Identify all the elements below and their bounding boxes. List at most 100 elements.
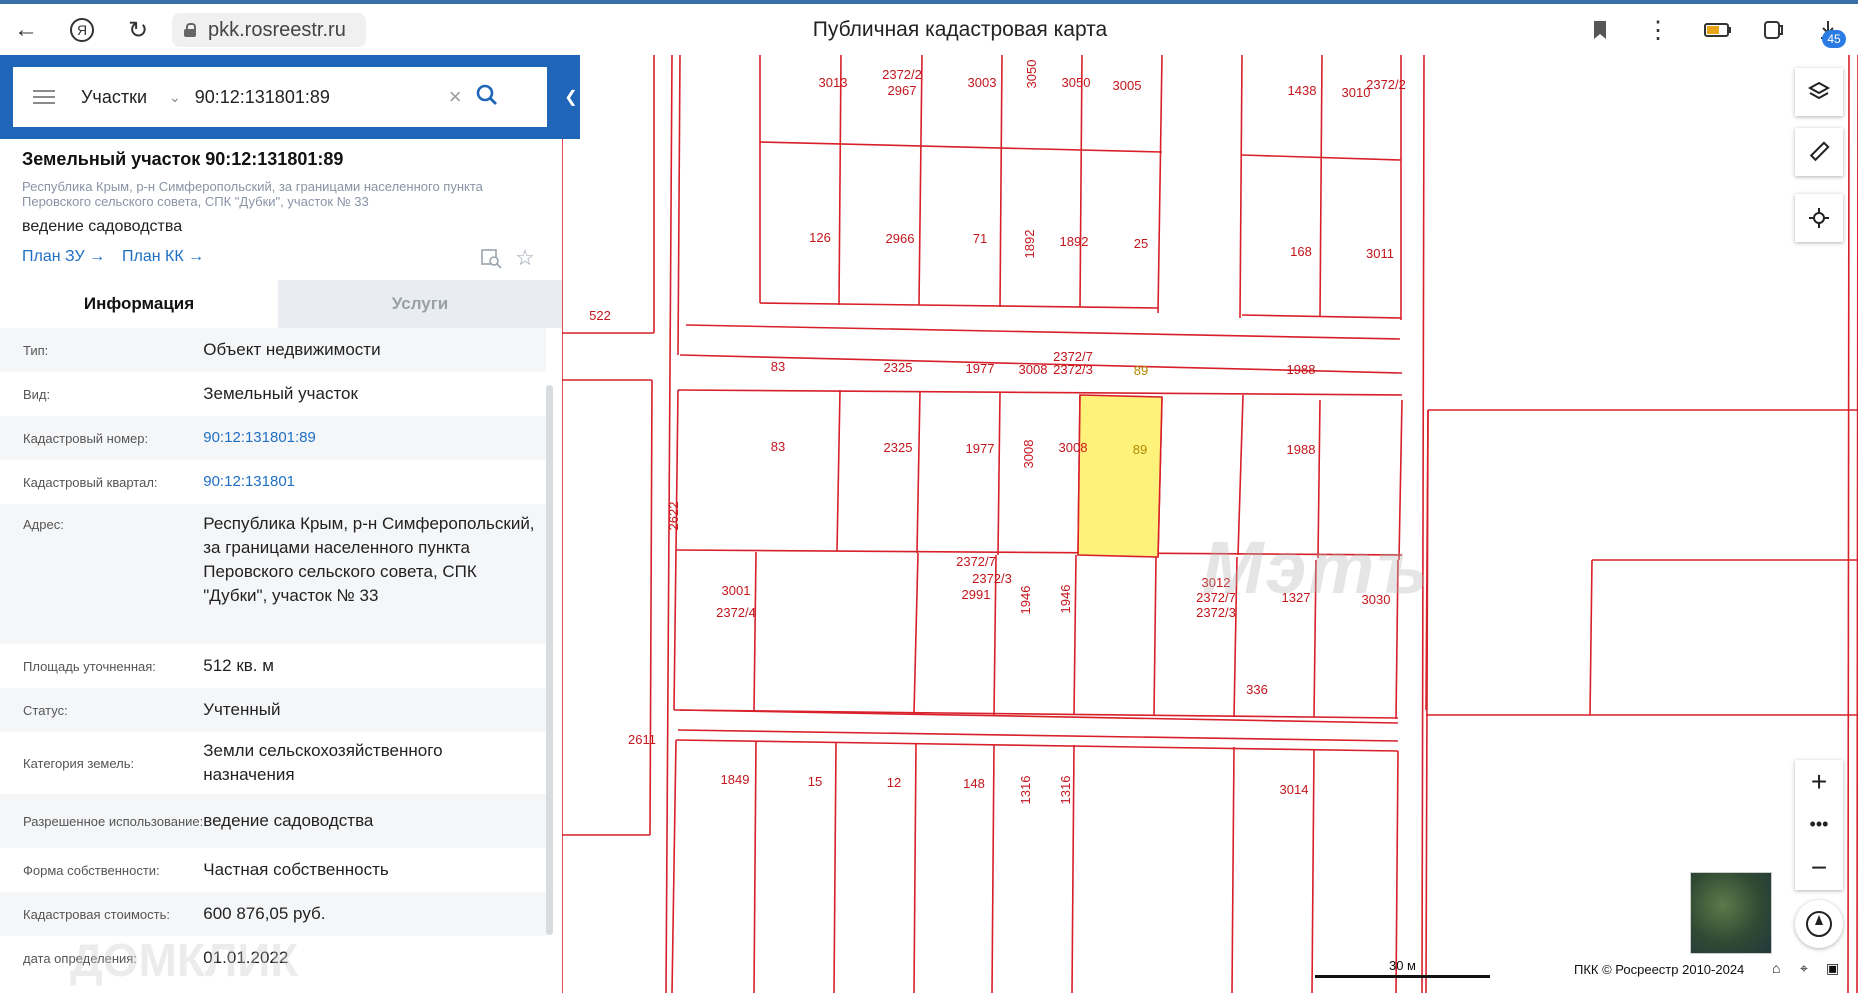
parcel-label: 12	[887, 775, 901, 790]
parcel-label: 83	[771, 439, 785, 454]
parcel-label: 2372/3	[972, 571, 1012, 586]
selected-parcel-89[interactable]	[1077, 394, 1163, 558]
info-row-land-category: Категория земель: Земли сельскохозяйствен…	[0, 732, 546, 794]
copyright: ПКК © Росреестр 2010-2024	[1574, 962, 1745, 977]
plan-zu-link[interactable]: План ЗУ →	[22, 248, 105, 266]
info-label: Площадь уточненная:	[23, 658, 156, 674]
parcel-label: 2991	[962, 587, 991, 602]
collapse-sidebar-button[interactable]: ❮	[562, 55, 580, 139]
plan-kk-link[interactable]: План КК →	[122, 248, 204, 266]
parcel-label: 1438	[1288, 83, 1317, 98]
parcel-label: 83	[771, 359, 785, 374]
layers-button[interactable]	[1795, 68, 1843, 116]
battery-icon	[1700, 12, 1736, 48]
map-scale: 30 м	[1315, 958, 1490, 978]
yandex-icon[interactable]: Я	[64, 12, 100, 48]
zoom-in-button[interactable]: +	[1795, 760, 1843, 803]
layers-icon	[1807, 81, 1831, 100]
cadastral-number-link[interactable]: 90:12:131801:89	[203, 426, 546, 450]
star-icon[interactable]: ☆	[512, 245, 538, 271]
info-table: Тип: Объект недвижимости Вид: Земельный уч…	[0, 328, 546, 980]
info-label: Статус:	[23, 702, 68, 718]
search-panel: Участки ⌄ ×	[0, 55, 562, 139]
parcel-label: 3014	[1280, 782, 1309, 797]
parcel-label: 15	[808, 774, 822, 789]
parcel-label: 168	[1290, 244, 1312, 259]
parcel-label: 3001	[722, 583, 751, 598]
back-arrow-icon[interactable]: ←	[8, 12, 44, 48]
parcel-label: 2967	[888, 83, 917, 98]
search-type-select[interactable]: Участки	[81, 87, 147, 108]
more-menu-icon[interactable]: ⋮	[1640, 12, 1676, 48]
ruler-icon	[1809, 141, 1830, 162]
info-value: Частная собственность	[203, 860, 389, 879]
search-icon[interactable]	[476, 84, 498, 111]
measure-button[interactable]	[1795, 128, 1843, 176]
parcel-label: 1988	[1287, 442, 1316, 457]
parcel-label: 2372/2	[882, 67, 922, 82]
scale-bar	[1315, 975, 1490, 978]
info-row-area: Площадь уточненная: 512 кв. м	[0, 644, 546, 688]
scale-label: 30 м	[1388, 958, 1416, 973]
parcel-label: 71	[973, 231, 987, 246]
zoom-out-button[interactable]: −	[1795, 846, 1843, 889]
info-value: Объект недвижимости	[203, 340, 381, 359]
sidebar-scrollbar[interactable]	[546, 385, 553, 935]
info-label: Форма собственности:	[23, 862, 160, 878]
home-icon[interactable]: ⌂	[1772, 960, 1780, 976]
address-bar[interactable]: pkk.rosreestr.ru	[172, 13, 366, 47]
parcel-label: 1988	[1287, 362, 1316, 377]
info-row-kind: Вид: Земельный участок	[0, 372, 546, 416]
info-row-cadastral-quarter: Кадастровый квартал: 90:12:131801	[0, 460, 546, 504]
tab-services[interactable]: Услуги	[278, 280, 562, 328]
info-row-ownership: Форма собственности: Частная собственност…	[0, 848, 546, 892]
parcel-label: 2966	[886, 231, 915, 246]
info-value: 600 876,05 руб.	[203, 904, 326, 923]
parcel-label: 3008	[1021, 440, 1036, 469]
compass-button[interactable]	[1795, 900, 1843, 948]
info-label: Адрес:	[23, 517, 64, 532]
parcel-label: 1316	[1018, 776, 1033, 805]
satellite-thumbnail[interactable]	[1690, 872, 1772, 954]
parcel-label: 336	[1246, 682, 1268, 697]
parcel-label: 1977	[966, 361, 995, 376]
reload-icon[interactable]: ↻	[120, 12, 156, 48]
crosshair-small-icon[interactable]: ⌖	[1800, 960, 1808, 977]
more-button[interactable]: •••	[1795, 803, 1843, 846]
info-label: Вид:	[23, 386, 51, 402]
parcel-label: 2372/4	[716, 605, 756, 620]
watermark: Мэтъ	[1202, 526, 1431, 609]
bookmark-icon[interactable]	[1582, 12, 1618, 48]
info-sidebar: Участки ⌄ × Земельный участок 90:12:1318…	[0, 55, 562, 993]
info-value: Учтенный	[203, 700, 281, 719]
clear-icon[interactable]: ×	[449, 84, 462, 110]
zoom-to-object-icon[interactable]	[478, 245, 504, 271]
fullscreen-icon[interactable]: ▣	[1826, 960, 1839, 977]
extensions-icon[interactable]	[1756, 12, 1792, 48]
tab-info[interactable]: Информация	[0, 280, 278, 328]
locate-button[interactable]	[1795, 194, 1843, 242]
parcel-boundaries	[562, 55, 1858, 993]
zoom-controls: + ••• −	[1795, 760, 1843, 890]
info-row-type: Тип: Объект недвижимости	[0, 328, 546, 372]
parcel-label: 3050	[1062, 75, 1091, 90]
parcel-label: 1849	[721, 772, 750, 787]
browser-toolbar: ← Я ↻ pkk.rosreestr.ru Публичная кадастр…	[0, 4, 1858, 57]
chevron-down-icon[interactable]: ⌄	[169, 89, 181, 106]
cadastral-map[interactable]: 3013 2372/2 2967 3003 3050 3050 3005 1438 3010 23…	[562, 55, 1858, 993]
parcel-label: 2372/2	[1366, 77, 1406, 92]
info-label: Кадастровая стоимость:	[23, 906, 170, 922]
svg-text:Я: Я	[77, 22, 87, 38]
menu-icon[interactable]	[33, 86, 55, 108]
map-canvas[interactable]: 30132372/229673003 3050 3050 3005 1438 301023…	[562, 55, 1858, 993]
parcel-label: 1892	[1022, 230, 1037, 259]
object-title: Земельный участок 90:12:131801:89	[22, 149, 344, 169]
info-value: Земельный участок	[203, 384, 358, 403]
watermark-domclick: ДОМКЛИК	[70, 934, 299, 986]
info-value: Земли сельскохозяйственного назначения	[203, 741, 443, 784]
search-input[interactable]	[194, 86, 445, 108]
info-value: ведение садоводства	[203, 811, 374, 830]
cadastral-quarter-link[interactable]: 90:12:131801	[203, 470, 546, 494]
downloads-badge: 45	[1822, 30, 1846, 48]
parcel-label: 3050	[1024, 60, 1039, 89]
